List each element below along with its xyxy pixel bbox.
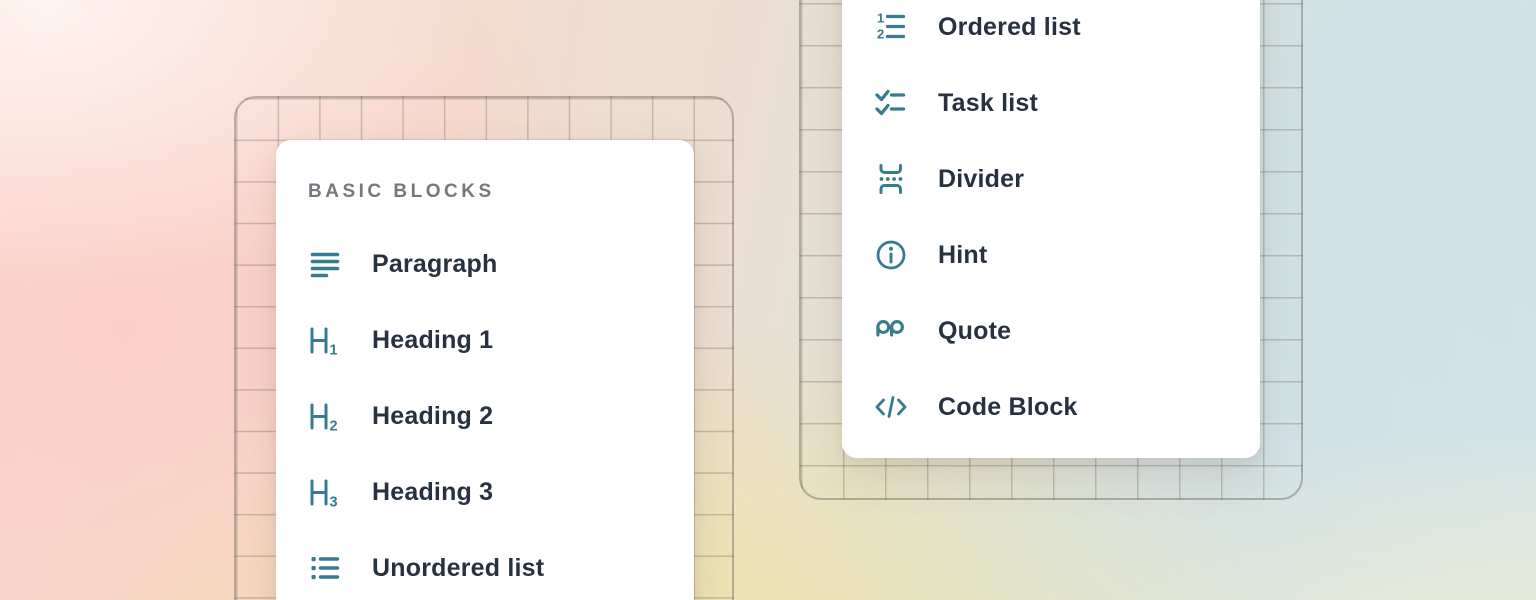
heading-2-icon: 2 (308, 399, 342, 433)
ordered-list-icon: 12 (874, 10, 908, 44)
unordered-list-icon (308, 551, 342, 585)
editor-blocks-promo-screen: BASIC BLOCKS Paragraph 1 Heading 1 2 Hea… (0, 0, 1536, 600)
menu-item-quote[interactable]: Quote (842, 293, 1260, 369)
block-menu-card-continued: 12 Ordered list Task list Divider Hint Q… (842, 0, 1260, 458)
menu-item-heading-1[interactable]: 1 Heading 1 (276, 302, 694, 378)
menu-item-divider[interactable]: Divider (842, 141, 1260, 217)
heading-1-icon: 1 (308, 323, 342, 357)
divider-icon (874, 162, 908, 196)
quote-icon (874, 314, 908, 348)
menu-item-heading-2[interactable]: 2 Heading 2 (276, 378, 694, 454)
svg-text:3: 3 (330, 495, 338, 510)
svg-text:1: 1 (877, 11, 884, 26)
menu-item-task-list[interactable]: Task list (842, 65, 1260, 141)
menu-item-heading-3[interactable]: 3 Heading 3 (276, 454, 694, 530)
code-block-icon (874, 390, 908, 424)
menu-item-unordered-list[interactable]: Unordered list (276, 530, 694, 600)
block-menu-card-basic-blocks: BASIC BLOCKS Paragraph 1 Heading 1 2 Hea… (276, 140, 694, 600)
heading-3-icon: 3 (308, 475, 342, 509)
hint-icon (874, 238, 908, 272)
section-label-basic-blocks: BASIC BLOCKS (308, 180, 694, 204)
menu-item-list-right: 12 Ordered list Task list Divider Hint Q… (842, 0, 1260, 445)
svg-text:1: 1 (330, 343, 338, 358)
menu-item-paragraph[interactable]: Paragraph (276, 226, 694, 302)
svg-text:2: 2 (330, 419, 338, 434)
task-list-icon (874, 86, 908, 120)
menu-item-hint[interactable]: Hint (842, 217, 1260, 293)
menu-item-list-left: Paragraph 1 Heading 1 2 Heading 2 3 Head… (276, 226, 694, 600)
menu-item-code-block[interactable]: Code Block (842, 369, 1260, 445)
paragraph-icon (308, 247, 342, 281)
menu-item-ordered-list[interactable]: 12 Ordered list (842, 0, 1260, 65)
svg-text:2: 2 (877, 27, 884, 42)
